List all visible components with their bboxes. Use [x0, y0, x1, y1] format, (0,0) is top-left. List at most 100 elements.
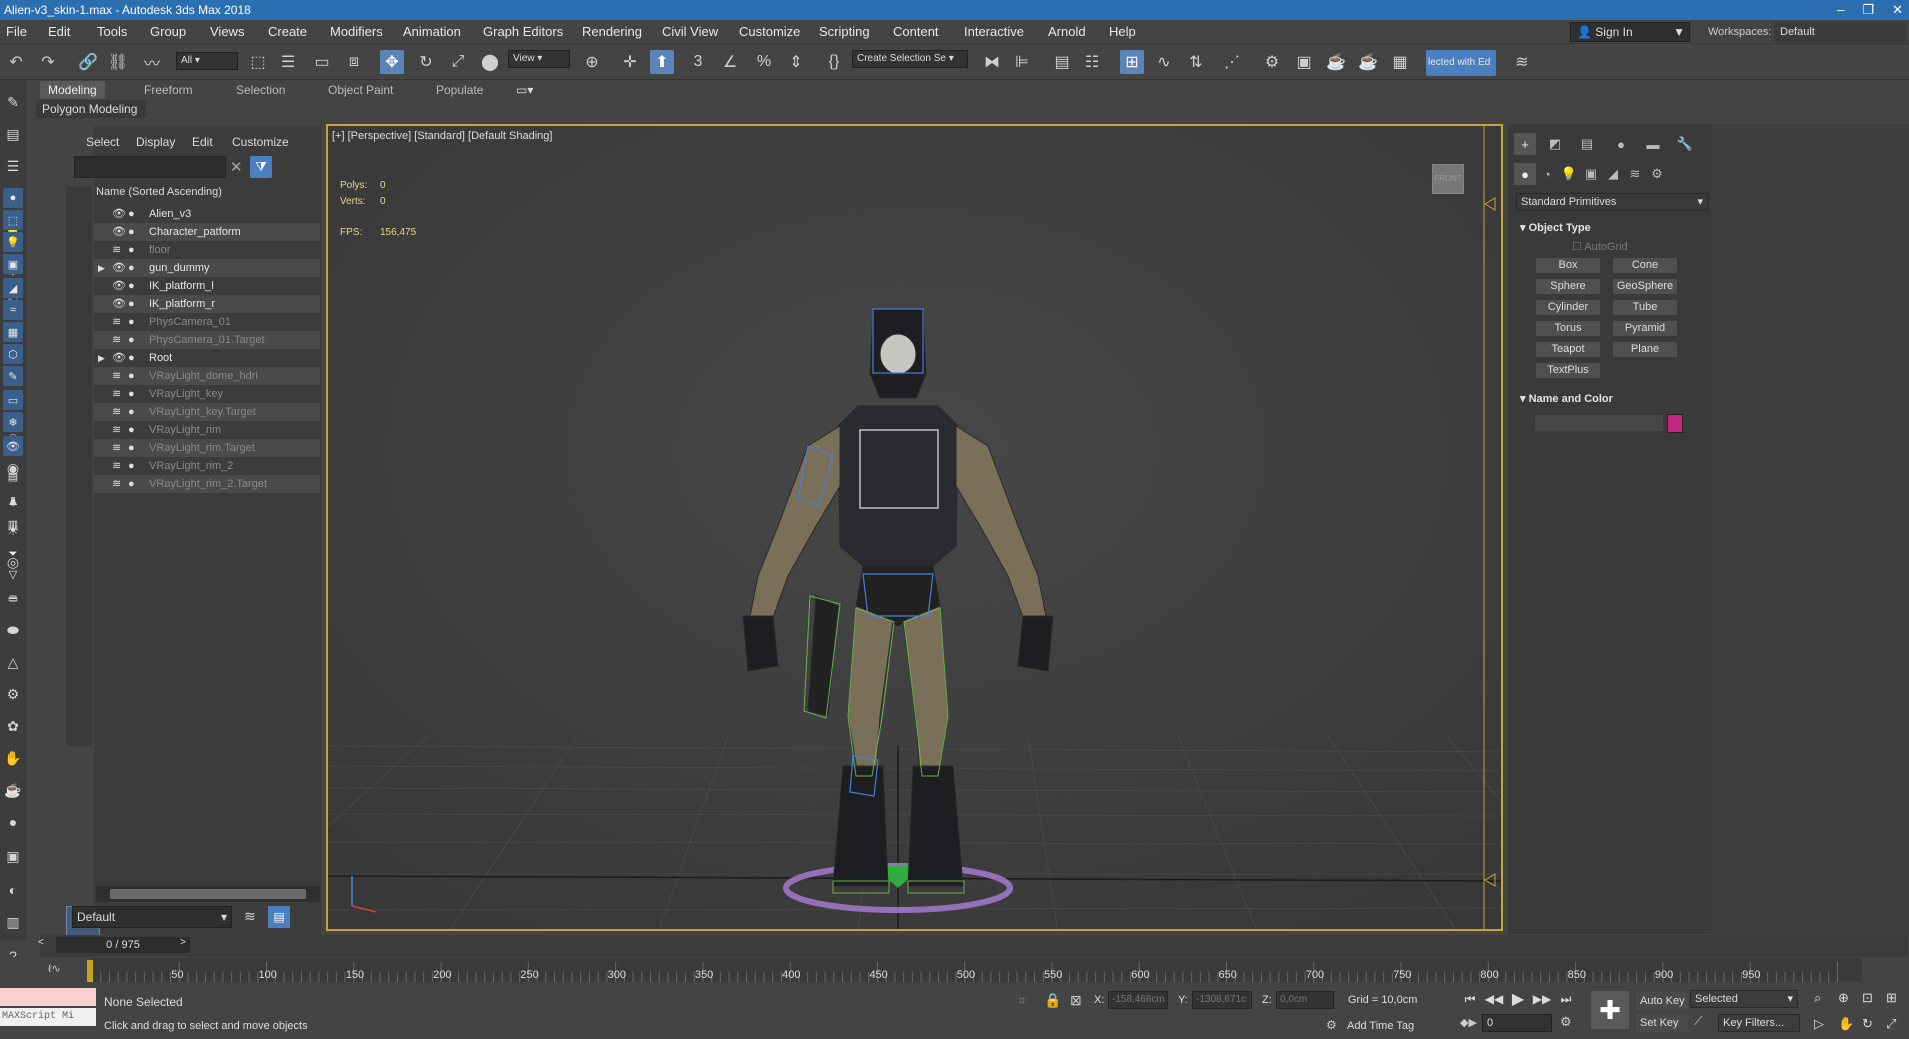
cameras-category-icon[interactable]: ▣ [1580, 163, 1602, 185]
menu-help[interactable]: Help [1109, 24, 1136, 39]
close-button[interactable]: ✕ [1892, 0, 1903, 20]
geometry-category-icon[interactable]: ● [1514, 163, 1536, 185]
minimize-button[interactable]: – [1837, 0, 1844, 20]
script-icon[interactable]: ▥ [3, 912, 23, 932]
scene-object-row[interactable]: 👁 ● Character_patform [94, 223, 320, 241]
align-icon[interactable]: ⊫ [1010, 50, 1034, 74]
utilities-panel-tab-icon[interactable]: 🔧 [1674, 133, 1696, 155]
motion-panel-tab-icon[interactable]: ● [1610, 133, 1632, 155]
hidden-layer-icon[interactable]: ≋ [112, 241, 121, 259]
expand-arrow-icon[interactable]: ▶ [98, 349, 105, 367]
visibility-eye-icon[interactable]: 👁 [112, 223, 126, 241]
go-to-end-icon[interactable]: ⏭ [1556, 989, 1576, 1009]
geosphere-button[interactable]: GeoSphere [1612, 278, 1678, 295]
x-coordinate-field[interactable]: -158,468cm [1108, 991, 1168, 1009]
menu-arnold[interactable]: Arnold [1048, 24, 1086, 39]
viewport-label-menu[interactable]: [+] [Perspective] [Standard] [Default Sh… [332, 130, 552, 142]
scene-object-row[interactable]: ≋ ● VRayLight_dome_hdri [94, 367, 320, 385]
torus-button[interactable]: Torus [1535, 320, 1601, 337]
perspective-viewport[interactable] [326, 124, 1503, 931]
menu-tools[interactable]: Tools [97, 24, 127, 39]
curve-editor-icon[interactable]: ∿ [1152, 50, 1176, 74]
modify-panel-tab-icon[interactable]: ◩ [1544, 133, 1566, 155]
display-spacewarps-icon[interactable]: ≈ [3, 300, 23, 320]
hidden-layer-icon[interactable]: ≋ [112, 367, 121, 385]
menu-rendering[interactable]: Rendering [582, 24, 642, 39]
scene-object-row[interactable]: 👁 ● Alien_v3 [94, 205, 320, 223]
spinner-snap-icon[interactable]: ⇕ [784, 50, 808, 74]
explorer-column-header[interactable]: Name (Sorted Ascending) [96, 186, 222, 198]
display-geometry-icon[interactable]: ● [3, 188, 23, 208]
tube-button[interactable]: Tube [1612, 299, 1678, 316]
hidden-layer-icon[interactable]: ≋ [112, 421, 121, 439]
systems-category-icon[interactable]: ⚙ [1646, 163, 1668, 185]
explorer-search-input[interactable] [74, 156, 226, 178]
menu-customize[interactable]: Customize [739, 24, 800, 39]
link-icon[interactable]: 🔗 [76, 50, 100, 74]
previous-frame-icon[interactable]: ◀◀ [1484, 989, 1504, 1009]
select-rotate-icon[interactable]: ↻ [414, 50, 438, 74]
ref-coord-dropdown[interactable]: View ▾ [508, 50, 570, 68]
display-groups-icon[interactable]: ▦ [3, 322, 23, 342]
display-shapes-icon[interactable]: ⬚ [3, 210, 23, 230]
curve-editor-mini-icon[interactable]: ℓ∿ [48, 962, 61, 975]
select-by-name-icon[interactable]: ☰ [276, 50, 300, 74]
render-setup-icon[interactable]: ⚙ [1260, 50, 1284, 74]
teapot-button[interactable]: Teapot [1535, 341, 1601, 358]
display-frozen-icon[interactable]: 👁 [3, 436, 23, 456]
scene-object-row[interactable]: ≋ ● VRayLight_rim.Target [94, 439, 320, 457]
select-scale-icon[interactable]: ⤢ [446, 50, 470, 74]
menu-animation[interactable]: Animation [403, 24, 461, 39]
material-editor-icon[interactable]: ⋰ [1220, 50, 1244, 74]
menu-content[interactable]: Content [893, 24, 939, 39]
workspace-dropdown[interactable]: Default [1774, 22, 1906, 42]
modify-tab-icon[interactable]: ▤ [3, 124, 23, 144]
key-mode-dropdown[interactable]: Selected ▾ [1690, 990, 1798, 1008]
zoom-extents-icon[interactable]: ⊡ [1862, 990, 1873, 1006]
pyramid-button[interactable]: Pyramid [1612, 320, 1678, 337]
display-none-icon[interactable]: ▯ [3, 490, 23, 510]
visibility-eye-icon[interactable]: 👁 [112, 277, 126, 295]
explorer-tab-select[interactable]: Select [86, 135, 119, 149]
time-slider-next-icon[interactable]: > [180, 937, 194, 953]
sphere-button[interactable]: Sphere [1535, 278, 1601, 295]
undo-icon[interactable]: ↶ [4, 50, 28, 74]
current-frame-marker[interactable] [87, 960, 93, 982]
scene-object-row[interactable]: ▶ 👁 ● gun_dummy [94, 259, 320, 277]
set-key-button[interactable]: Set Key [1636, 1014, 1688, 1032]
material-sphere-icon[interactable]: ● [3, 812, 23, 832]
explorer-tab-display[interactable]: Display [136, 135, 175, 149]
maxscript-mini-listener[interactable]: MAXScript Mi [0, 1008, 96, 1026]
filter-icon[interactable]: ⧩ [250, 156, 272, 178]
scrollbar-thumb[interactable] [110, 889, 306, 899]
pan-icon[interactable]: ✋ [1838, 1016, 1854, 1032]
window-crossing-icon[interactable]: ⧈ [342, 50, 366, 74]
scene-object-row[interactable]: ≋ ● PhysCamera_01.Target [94, 331, 320, 349]
cylinder-button[interactable]: Cylinder [1535, 299, 1601, 316]
display-panel-tab-icon[interactable]: ▬ [1642, 133, 1664, 155]
hidden-layer-icon[interactable]: ≋ [112, 475, 121, 493]
menu-civil-view[interactable]: Civil View [662, 24, 718, 39]
render-iterative-icon[interactable]: ☕ [1356, 50, 1380, 74]
go-to-start-icon[interactable]: ⏮ [1460, 989, 1480, 1009]
ribbon-panel-polygon-modeling[interactable]: Polygon Modeling [36, 100, 146, 118]
scene-object-row[interactable]: ≋ ● VRayLight_key.Target [94, 403, 320, 421]
scene-object-row[interactable]: ≋ ● VRayLight_key [94, 385, 320, 403]
hidden-layer-icon[interactable]: ≋ [112, 439, 121, 457]
redo-icon[interactable]: ↷ [36, 50, 60, 74]
maximize-viewport-icon[interactable]: ⤢ [1886, 1016, 1896, 1032]
select-object-icon[interactable]: ⬚ [246, 50, 270, 74]
mirror-icon[interactable]: ⧓ [980, 50, 1004, 74]
explorer-tab-customize[interactable]: Customize [232, 135, 289, 149]
menu-graph-editors[interactable]: Graph Editors [483, 24, 563, 39]
display-invert-icon[interactable]: ▥ [3, 514, 23, 534]
visibility-eye-icon[interactable]: 👁 [112, 259, 126, 277]
scene-explorer-icon[interactable]: ⊞ [1120, 50, 1144, 74]
scene-object-row[interactable]: ≋ ● VRayLight_rim_2 [94, 457, 320, 475]
folder-icon[interactable]: ▭ [3, 588, 23, 608]
capsule-icon[interactable]: ⬬ [3, 620, 23, 640]
orbit-icon[interactable]: ↻ [1862, 1016, 1873, 1032]
display-lights-icon[interactable]: 💡 [3, 232, 23, 252]
filter-outline-icon[interactable]: ▽ [3, 564, 23, 584]
toolbar-menu-icon[interactable]: ≋ [1510, 50, 1534, 74]
